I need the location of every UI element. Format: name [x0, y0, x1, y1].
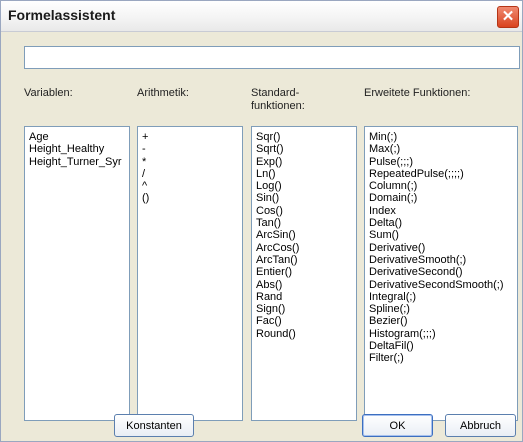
standard-function-item[interactable]: Sin() [252, 192, 356, 204]
extended-function-item[interactable]: Max(;) [365, 143, 517, 155]
extended-function-item[interactable]: Integral(;) [365, 291, 517, 303]
standard-function-item[interactable]: Cos() [252, 205, 356, 217]
standard-function-item[interactable]: Sqrt() [252, 143, 356, 155]
cancel-button[interactable]: Abbruch [445, 414, 516, 437]
formula-input[interactable] [24, 46, 520, 69]
operator-item[interactable]: * [138, 156, 242, 168]
standard-function-item[interactable]: ArcTan() [252, 254, 356, 266]
standard-functions-header-line2: funktionen: [251, 100, 305, 112]
extended-function-item[interactable]: DerivativeSecondSmooth(;) [365, 279, 517, 291]
standard-function-item[interactable]: Log() [252, 180, 356, 192]
extended-function-item[interactable]: RepeatedPulse(;;;;) [365, 168, 517, 180]
variable-item[interactable]: Age [25, 131, 129, 143]
extended-functions-header: Erweitete Funktionen: [364, 87, 471, 99]
arithmetic-list[interactable]: + - * / ^() [137, 126, 243, 421]
standard-function-item[interactable]: Abs() [252, 279, 356, 291]
standard-functions-list[interactable]: Sqr() Sqrt() Exp() Ln() Log() Sin() Cos() Tan()… [251, 126, 357, 421]
standard-function-item[interactable]: Sign() [252, 303, 356, 315]
standard-function-item[interactable]: Tan() [252, 217, 356, 229]
title-bar: Formelassistent ✕ [1, 1, 522, 32]
operator-item[interactable]: / [138, 168, 242, 180]
extended-function-item[interactable]: Spline(;) [365, 303, 517, 315]
extended-function-item[interactable]: Column(;) [365, 180, 517, 192]
standard-function-item[interactable]: Sqr() [252, 131, 356, 143]
variable-item[interactable]: Height_Healthy [25, 143, 129, 155]
constants-button[interactable]: Konstanten [114, 414, 194, 437]
extended-functions-list[interactable]: Min(;) Max(;) Pulse(;;;) RepeatedPulse(;;;;… [364, 126, 518, 421]
extended-function-item[interactable]: Pulse(;;;) [365, 156, 517, 168]
standard-functions-header: Standard- funktionen: [251, 87, 305, 113]
operator-item[interactable]: + [138, 131, 242, 143]
standard-function-item[interactable]: Ln() [252, 168, 356, 180]
standard-function-item[interactable]: ArcSin() [252, 229, 356, 241]
extended-function-item[interactable]: DerivativeSmooth(;) [365, 254, 517, 266]
operator-item[interactable]: ^ [138, 180, 242, 192]
standard-function-item[interactable]: ArcCos() [252, 242, 356, 254]
formula-assistant-dialog: Formelassistent ✕ Variablen: Arithmetik:… [0, 0, 523, 442]
variables-list[interactable]: Age Height_Healthy Height_Turner_Syr [24, 126, 130, 421]
operator-item[interactable]: - [138, 143, 242, 155]
operator-item[interactable]: () [138, 192, 242, 204]
extended-function-item[interactable]: Sum() [365, 229, 517, 241]
extended-function-item[interactable]: Histogram(;;;) [365, 328, 517, 340]
variable-item[interactable]: Height_Turner_Syr [25, 156, 129, 168]
standard-function-item[interactable]: Fac() [252, 315, 356, 327]
extended-function-item[interactable]: Domain(;) [365, 192, 517, 204]
extended-function-item[interactable]: Bezier() [365, 315, 517, 327]
standard-function-item[interactable]: Rand [252, 291, 356, 303]
close-icon[interactable]: ✕ [497, 6, 519, 28]
extended-function-item[interactable]: Filter(;) [365, 352, 517, 364]
extended-function-item[interactable]: Index [365, 205, 517, 217]
extended-function-item[interactable]: Min(;) [365, 131, 517, 143]
extended-function-item[interactable]: Derivative() [365, 242, 517, 254]
variables-header: Variablen: [24, 87, 73, 99]
window-title: Formelassistent [8, 7, 116, 23]
standard-function-item[interactable]: Exp() [252, 156, 356, 168]
extended-function-item[interactable]: DeltaFil() [365, 340, 517, 352]
extended-function-item[interactable]: Delta() [365, 217, 517, 229]
standard-functions-header-line1: Standard- [251, 87, 300, 99]
standard-function-item[interactable]: Entier() [252, 266, 356, 278]
ok-button[interactable]: OK [362, 414, 433, 437]
arithmetic-header: Arithmetik: [137, 87, 189, 99]
extended-function-item[interactable]: DerivativeSecond() [365, 266, 517, 278]
standard-function-item[interactable]: Round() [252, 328, 356, 340]
